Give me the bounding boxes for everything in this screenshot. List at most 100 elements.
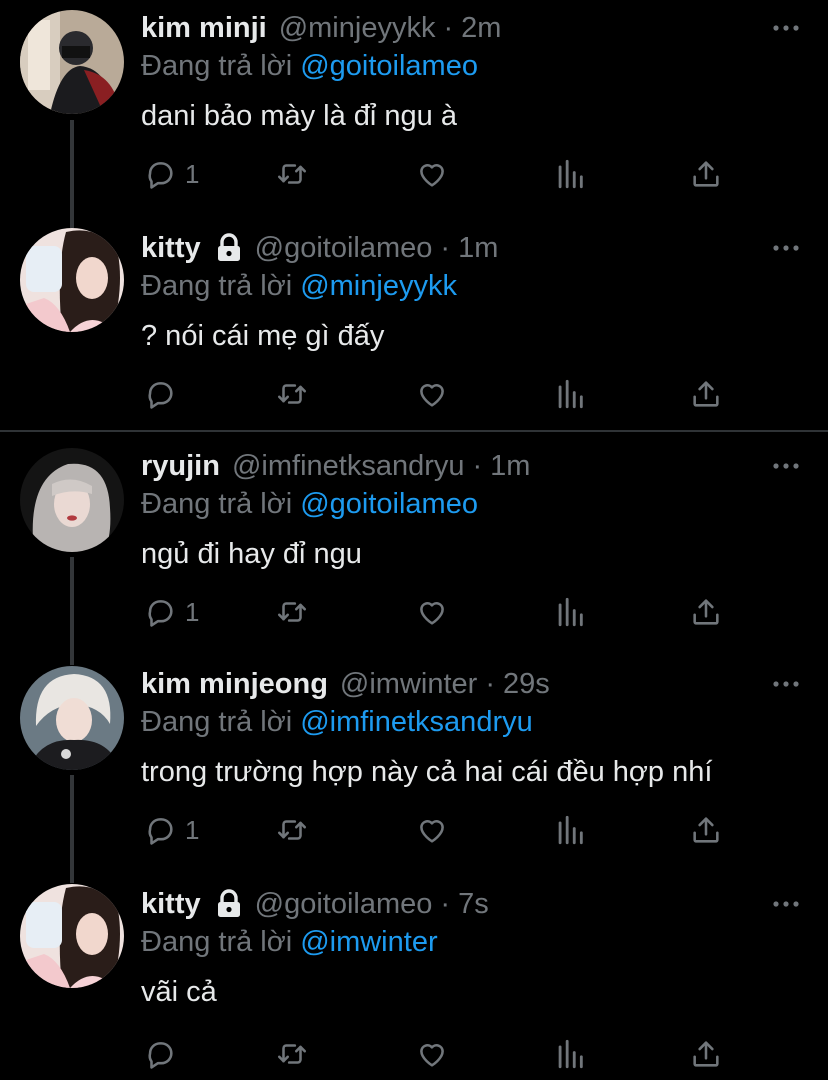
views-icon [558, 815, 583, 845]
reply-button[interactable]: 1 [143, 810, 199, 850]
like-button[interactable] [415, 810, 449, 850]
avatar[interactable] [20, 10, 124, 114]
action-bar [141, 1034, 741, 1074]
timestamp[interactable]: 2m [461, 8, 501, 48]
author-handle[interactable]: @goitoilameo [255, 228, 433, 268]
replying-to-handle[interactable]: @imfinetksandryu [300, 706, 533, 738]
separator-dot: · [440, 232, 451, 264]
retweet-button[interactable] [275, 810, 309, 850]
tweet[interactable]: ryujin @imfinetksandryu · 1m Đang trả lờ… [0, 446, 828, 651]
views-button[interactable] [553, 1034, 587, 1074]
avatar[interactable] [20, 666, 124, 770]
tweet-text: ? nói cái mẹ gì đấy [141, 320, 385, 352]
author-handle[interactable]: @goitoilameo [255, 884, 433, 924]
avatar[interactable] [20, 884, 124, 988]
replying-to: Đang trả lời @imwinter [141, 922, 438, 962]
reply-button[interactable] [143, 374, 185, 414]
share-icon [693, 381, 719, 407]
avatar-image [20, 884, 124, 988]
separator-dot: · [440, 888, 451, 920]
views-button[interactable] [553, 154, 587, 194]
action-bar [141, 374, 741, 414]
reply-count: 1 [185, 158, 200, 189]
replying-to: Đang trả lời @goitoilameo [141, 46, 478, 86]
reply-icon [148, 1042, 173, 1069]
retweet-button[interactable] [275, 374, 309, 414]
reply-button[interactable] [143, 1034, 185, 1074]
replying-to-handle[interactable]: @goitoilameo [300, 50, 478, 82]
like-button[interactable] [415, 154, 449, 194]
tweet-text: vãi cả [141, 976, 217, 1008]
share-icon [693, 1041, 719, 1067]
reply-button[interactable]: 1 [143, 154, 199, 194]
more-icon[interactable] [772, 674, 800, 694]
timestamp[interactable]: 29s [503, 664, 550, 704]
views-button[interactable] [553, 592, 587, 632]
timestamp[interactable]: 1m [458, 228, 498, 268]
author-handle[interactable]: @minjeyykk [279, 8, 436, 48]
retweet-button[interactable] [275, 154, 309, 194]
like-button[interactable] [415, 592, 449, 632]
lock-icon [217, 233, 240, 261]
reply-icon [148, 818, 173, 845]
replying-to-handle[interactable]: @minjeyykk [300, 270, 457, 302]
replying-to: Đang trả lời @imfinetksandryu [141, 702, 533, 742]
action-bar: 1 [141, 154, 741, 194]
like-icon [420, 820, 444, 843]
reply-button[interactable]: 1 [143, 592, 199, 632]
views-icon [558, 159, 583, 189]
author-handle[interactable]: @imfinetksandryu [232, 446, 465, 486]
share-button[interactable] [689, 592, 723, 632]
share-icon [693, 161, 719, 187]
separator-dot: · [472, 450, 483, 482]
author-name[interactable]: ryujin [141, 446, 220, 486]
replying-to-handle[interactable]: @imwinter [300, 926, 437, 958]
retweet-button[interactable] [275, 1034, 309, 1074]
author-name[interactable]: kim minji [141, 8, 267, 48]
more-icon[interactable] [772, 456, 800, 476]
like-icon [420, 384, 444, 407]
retweet-icon [277, 384, 307, 404]
like-button[interactable] [415, 374, 449, 414]
author-name[interactable]: kim minjeong [141, 664, 328, 704]
share-button[interactable] [689, 374, 723, 414]
replying-to-handle[interactable]: @goitoilameo [300, 488, 478, 520]
reply-icon [148, 162, 173, 189]
tweet[interactable]: kitty @goitoilameo · 7s Đang trả lời @imw… [0, 884, 828, 1080]
lock-icon [217, 889, 240, 917]
views-icon [558, 1039, 583, 1069]
avatar[interactable] [20, 448, 124, 552]
tweet[interactable]: kim minji @minjeyykk · 2m Đang trả lời @g… [0, 8, 828, 213]
share-button[interactable] [689, 810, 723, 850]
tweet[interactable]: kitty @goitoilameo · 1m Đang trả lời @min… [0, 228, 828, 428]
action-bar: 1 [141, 810, 741, 850]
timestamp[interactable]: 7s [458, 884, 489, 924]
replying-to-label: Đang trả lời [141, 50, 293, 82]
views-icon [558, 597, 583, 627]
avatar-image [20, 10, 124, 114]
avatar-image [20, 228, 124, 332]
timestamp[interactable]: 1m [490, 446, 530, 486]
reply-icon [148, 600, 173, 627]
retweet-button[interactable] [275, 592, 309, 632]
more-icon[interactable] [772, 238, 800, 258]
author-handle[interactable]: @imwinter [340, 664, 477, 704]
avatar-image [20, 666, 124, 770]
share-button[interactable] [689, 154, 723, 194]
share-button[interactable] [689, 1034, 723, 1074]
author-name[interactable]: kitty [141, 884, 201, 924]
separator-dot: · [443, 12, 454, 44]
tweet[interactable]: kim minjeong @imwinter · 29s Đang trả lờ… [0, 664, 828, 869]
tweet-text: ngủ đi hay đỉ ngu [141, 538, 362, 570]
like-icon [420, 602, 444, 625]
views-button[interactable] [553, 374, 587, 414]
views-button[interactable] [553, 810, 587, 850]
action-bar: 1 [141, 592, 741, 632]
more-icon[interactable] [772, 18, 800, 38]
author-name[interactable]: kitty [141, 228, 201, 268]
replying-to-label: Đang trả lời [141, 706, 293, 738]
more-icon[interactable] [772, 894, 800, 914]
avatar[interactable] [20, 228, 124, 332]
like-button[interactable] [415, 1034, 449, 1074]
retweet-icon [277, 1044, 307, 1064]
